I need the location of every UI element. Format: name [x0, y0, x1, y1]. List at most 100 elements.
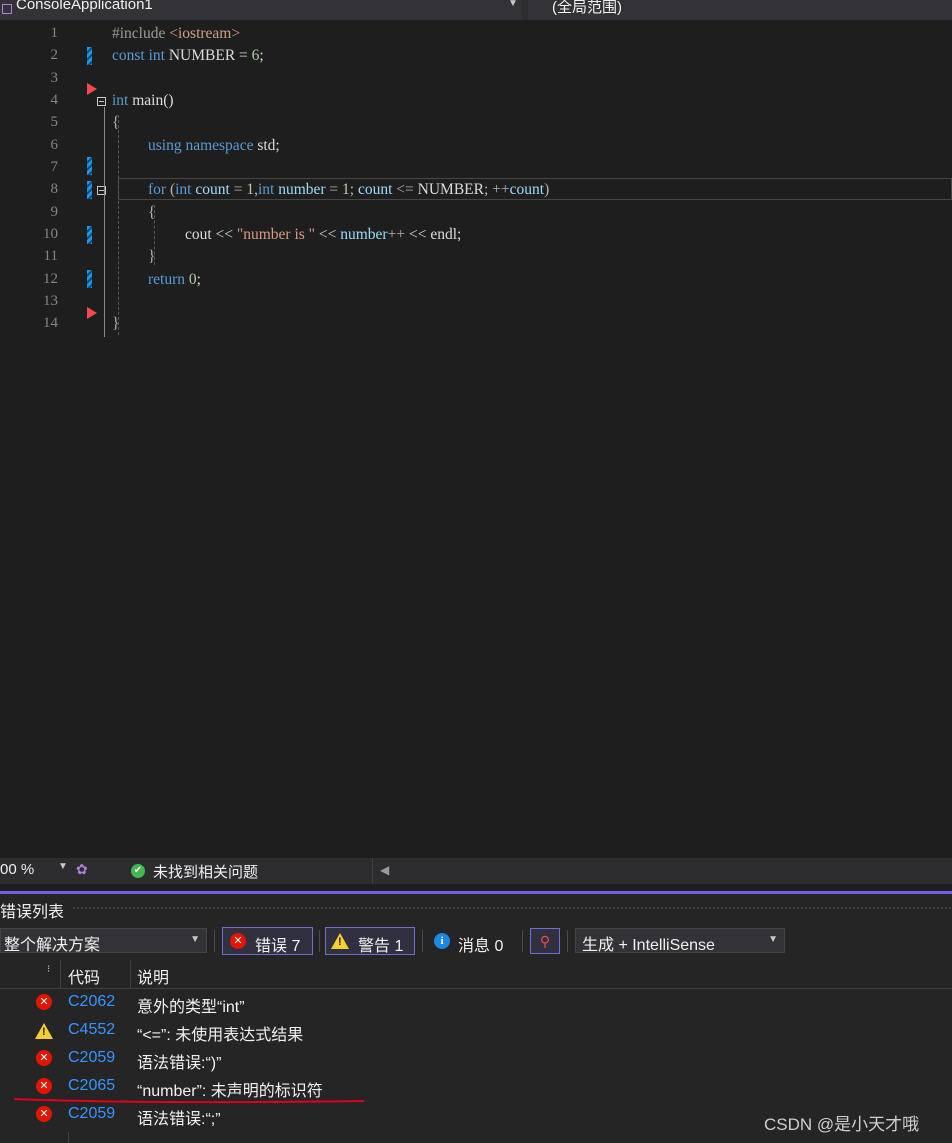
build-source-value: 生成 + IntelliSense — [582, 937, 715, 954]
brace: { — [112, 114, 120, 131]
check-circle-icon: ✔ — [131, 864, 145, 878]
build-source-dropdown[interactable]: 生成 + IntelliSense ▼ — [575, 928, 785, 954]
column-options-icon[interactable]: ⁝ — [47, 964, 50, 975]
scroll-left-icon[interactable]: ◀ — [380, 863, 389, 877]
identifier: number — [274, 181, 326, 198]
project-name: ConsoleApplication1 — [16, 0, 153, 13]
project-icon — [2, 4, 12, 14]
warning-icon — [35, 1023, 53, 1039]
error-description: “<=”: 未使用表达式结果 — [137, 1027, 304, 1044]
code-text: ( — [166, 181, 176, 198]
column-divider — [68, 1132, 69, 1143]
operator: ++ — [492, 181, 510, 198]
code-health-icon[interactable]: ✿ — [76, 861, 88, 878]
warning-icon — [331, 933, 349, 949]
code-line-2: const int NUMBER = 6; — [112, 47, 264, 65]
brace: } — [148, 248, 156, 265]
code-line-5: { — [112, 114, 119, 132]
line-number: 3 — [50, 70, 59, 86]
brace: { — [148, 204, 156, 221]
identifier: count — [191, 181, 230, 198]
watermark: CSDN @是小天才哦 — [764, 1115, 920, 1134]
include-header: <iostream> — [169, 25, 241, 42]
table-row[interactable]: ✕ C2062 意外的类型“int” — [0, 989, 952, 1017]
error-code-link[interactable]: C2059 — [68, 1105, 115, 1123]
chevron-down-icon[interactable]: ▼ — [58, 861, 68, 872]
error-code-link[interactable]: C2062 — [68, 993, 115, 1011]
operator: ++ — [387, 226, 406, 243]
code-line-12: return 0; — [148, 271, 201, 289]
number-literal: 1 — [246, 181, 255, 198]
warnings-filter-label: 警告 1 — [358, 938, 404, 955]
error-code-link[interactable]: C4552 — [68, 1021, 115, 1039]
column-header-description[interactable]: 说明 — [137, 964, 169, 988]
column-divider[interactable] — [60, 960, 61, 988]
scope-dropdown[interactable]: (全局范围) — [528, 0, 952, 20]
code-text: ; — [196, 271, 201, 288]
line-number: 1 — [50, 25, 59, 41]
errors-filter-label: 错误 7 — [255, 938, 301, 955]
change-marker — [87, 157, 92, 175]
filter-icon[interactable]: ⚲ — [530, 928, 560, 954]
change-marker — [87, 181, 92, 199]
code-text: << endl; — [405, 226, 462, 243]
project-dropdown[interactable]: ConsoleApplication1 ▼ — [0, 0, 522, 21]
table-row[interactable]: ✕ C2059 语法错误:“)” — [0, 1045, 952, 1073]
collapse-toggle-icon[interactable] — [97, 97, 106, 106]
editor-status-bar: 00 % ▼ ✿ ✔ 未找到相关问题 ◀ — [0, 858, 952, 884]
scope-line — [104, 107, 105, 337]
divider — [214, 930, 215, 952]
code-text: ; — [259, 47, 264, 64]
column-divider[interactable] — [130, 960, 131, 988]
string-literal: "number is " — [236, 226, 316, 243]
line-number: 7 — [50, 159, 59, 175]
navigation-bar: ConsoleApplication1 ▼ (全局范围) — [0, 0, 952, 21]
change-marker — [87, 270, 92, 288]
warnings-filter-button[interactable]: 警告 1 — [325, 927, 415, 955]
change-marker — [87, 47, 92, 65]
code-text: main() — [128, 92, 174, 109]
errors-filter-button[interactable]: ✕ 错误 7 — [222, 927, 313, 955]
code-line-8: for (int count = 1,int number = 1; count… — [148, 181, 549, 199]
error-description: 语法错误:“)” — [137, 1055, 222, 1072]
code-line-6: using namespace std; — [148, 137, 280, 155]
chevron-down-icon: ▼ — [190, 934, 200, 945]
keyword: const — [112, 47, 145, 64]
number-literal: 0 — [188, 271, 197, 288]
panel-drag-grip[interactable] — [72, 906, 952, 911]
chevron-down-icon: ▼ — [768, 934, 778, 945]
scope-filter-value: 整个解决方案 — [4, 937, 101, 954]
error-code-link[interactable]: C2059 — [68, 1049, 115, 1067]
table-row[interactable]: C4552 “<=”: 未使用表达式结果 — [0, 1017, 952, 1045]
zoom-level[interactable]: 00 % — [0, 861, 34, 878]
line-number: 6 — [50, 137, 59, 153]
line-number: 5 — [50, 114, 59, 130]
chevron-down-icon: ▼ — [508, 0, 518, 9]
error-icon: ✕ — [36, 1050, 52, 1066]
operator: = — [229, 181, 247, 198]
line-number: 4 — [50, 92, 59, 108]
breakpoint-marker[interactable] — [87, 83, 97, 95]
line-number: 14 — [43, 315, 58, 331]
scope-filter-dropdown[interactable]: 整个解决方案 ▼ — [0, 928, 207, 954]
error-code-link[interactable]: C2065 — [68, 1077, 115, 1095]
operator: ; — [483, 181, 493, 198]
panel-title: 错误列表 — [0, 904, 65, 921]
code-line-10: cout << "number is " << number++ << endl… — [185, 226, 461, 244]
error-icon: ✕ — [36, 1106, 52, 1122]
operator: ) — [544, 181, 550, 198]
brace: } — [112, 315, 120, 332]
breakpoint-marker[interactable] — [87, 307, 97, 319]
column-header-code[interactable]: 代码 — [68, 964, 100, 988]
code-editor[interactable]: 1 2 3 4 5 6 7 8 9 10 11 12 13 14 #includ… — [0, 20, 952, 858]
keyword: for — [148, 181, 167, 198]
identifier: number — [340, 226, 388, 243]
issues-status-text[interactable]: 未找到相关问题 — [153, 861, 258, 882]
divider — [319, 930, 320, 952]
divider — [422, 930, 423, 952]
code-text: NUMBER = — [164, 47, 252, 64]
table-header: ⁝ 代码 说明 — [0, 960, 952, 989]
info-icon: i — [434, 933, 450, 949]
error-description: 意外的类型“int” — [137, 999, 245, 1016]
operator: <= — [392, 181, 418, 198]
